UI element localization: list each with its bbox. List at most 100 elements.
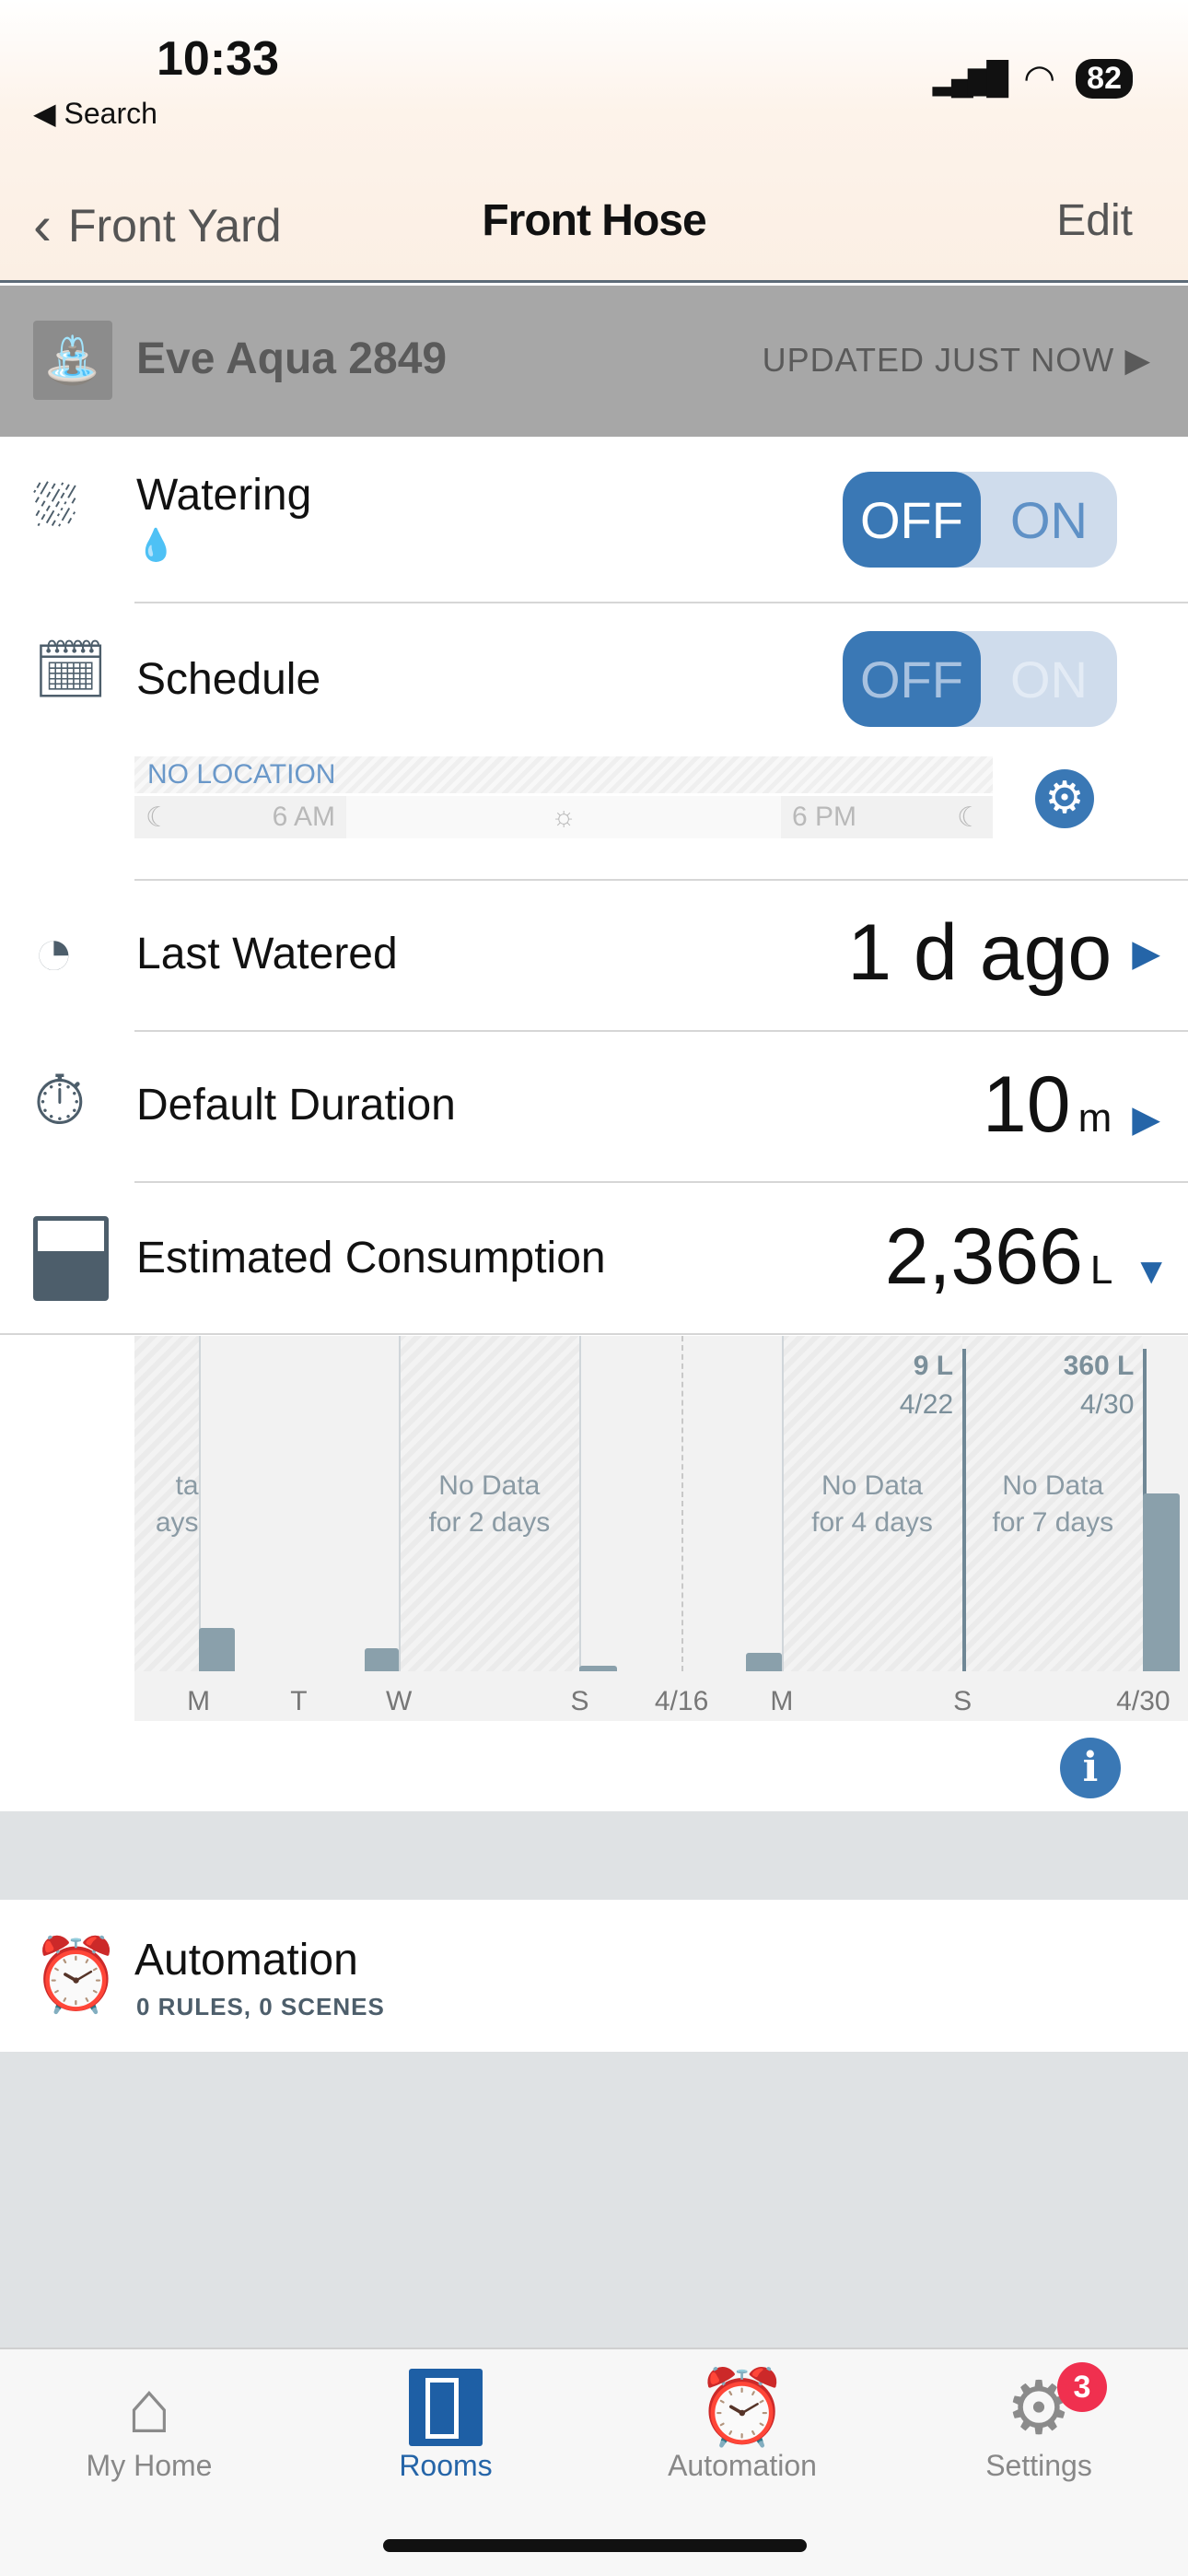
tab-my-home[interactable]: ⌂ My Home (29, 2366, 269, 2483)
door-icon (326, 2366, 565, 2449)
automation-label[interactable]: Automation (134, 1935, 358, 1985)
consumption-chart[interactable]: ta ays No Data for 2 days No Data for 4 days N… (134, 1336, 1188, 1721)
water-drops-icon: 💧 (136, 528, 176, 563)
updated-status[interactable]: UPDATED JUST NOW ▶ (763, 341, 1151, 380)
annotation-date: 4/22 (899, 1389, 954, 1420)
divider (134, 879, 1188, 881)
automation-icon: ⏰ (696, 2366, 788, 2448)
consumption-unit: L (1089, 1247, 1113, 1293)
chevron-right-icon: ▶ (1124, 341, 1151, 379)
empty-area (0, 2052, 1188, 2348)
battery-level: 82 (1076, 58, 1133, 99)
status-icons: ▂▄▆█ ◠ 82 (933, 57, 1133, 100)
watering-off[interactable]: OFF (843, 472, 981, 568)
automation-summary: 0 RULES, 0 SCENES (136, 1993, 385, 2020)
schedule-toggle[interactable]: OFF ON (843, 631, 1117, 727)
schedule-off[interactable]: OFF (843, 631, 981, 727)
no-data-line: ta (175, 1469, 199, 1501)
last-watered-link[interactable]: 1 d ago ▶ (847, 907, 1160, 999)
calendar-clock-icon: 🗓 (33, 637, 109, 703)
annotation-value: 9 L (913, 1351, 954, 1381)
edit-button[interactable]: Edit (1056, 195, 1133, 246)
no-location-label: NO LOCATION (134, 756, 993, 793)
no-data-label: No Data for 4 days (782, 1468, 962, 1541)
annotation: 360 L 4/30 (1064, 1347, 1135, 1424)
default-duration-link[interactable]: 10 m ▶ (983, 1060, 1160, 1151)
schedule-label: Schedule (136, 655, 321, 704)
updated-label: UPDATED JUST NOW (762, 341, 1115, 379)
back-app-label: Search (64, 97, 157, 130)
duration-value: 10 (982, 1060, 1071, 1149)
sun-icon: ☼ (551, 802, 577, 832)
home-indicator[interactable] (383, 2539, 807, 2552)
divider (0, 1333, 1188, 1335)
no-data-line: No Data (821, 1469, 924, 1501)
grid-line (399, 1336, 402, 1671)
watering-label: Watering (136, 471, 312, 520)
wifi-icon: ◠ (1023, 58, 1056, 99)
schedule-timeline[interactable]: NO LOCATION ☾ 6 AM ☼ 6 PM ☾ (134, 756, 993, 838)
bar-W (364, 1647, 400, 1671)
no-data-line: for 2 days (428, 1506, 551, 1538)
no-data-line: for 4 days (811, 1506, 933, 1538)
device-name: Eve Aqua 2849 (136, 334, 448, 383)
tab-label: Automation (668, 2449, 817, 2482)
tab-label: Settings (985, 2449, 1092, 2482)
schedule-on[interactable]: ON (981, 631, 1117, 727)
chevron-down-icon: ▼ (1133, 1251, 1170, 1292)
grid-line (579, 1336, 582, 1671)
no-data-label: No Data for 7 days (962, 1468, 1143, 1541)
house-icon: ⌂ (126, 2366, 172, 2448)
grid-line (198, 1336, 201, 1671)
x-tick-label: T (290, 1685, 308, 1716)
history-icon: ◔ (33, 913, 75, 989)
grid-line (781, 1336, 784, 1671)
last-watered-label: Last Watered (136, 930, 398, 978)
consumption-toggle[interactable]: 2,366 L ▼ (885, 1212, 1170, 1303)
bar-4/30 (1143, 1493, 1180, 1671)
back-to-search[interactable]: ◀ Search (33, 96, 157, 131)
sprinkler-icon: ⛆ (33, 475, 77, 537)
beaker-icon (33, 1216, 109, 1301)
notification-badge: 3 (1057, 2362, 1107, 2412)
schedule-settings-gear-icon[interactable]: ⚙ (1035, 769, 1094, 828)
x-tick-label: S (953, 1685, 973, 1716)
chevron-right-icon: ▶ (1132, 932, 1160, 974)
no-data-line: No Data (1002, 1469, 1104, 1501)
watering-on[interactable]: ON (981, 472, 1117, 568)
consumption-label: Estimated Consumption (136, 1234, 606, 1282)
section-separator (0, 1811, 1188, 1900)
status-time: 10:33 (157, 32, 279, 86)
tab-automation[interactable]: ⏰ Automation (623, 2366, 862, 2483)
x-tick-label: W (386, 1685, 413, 1716)
annotation-value: 360 L (1063, 1351, 1135, 1381)
week-separator (681, 1336, 684, 1671)
bar-M (745, 1653, 782, 1671)
x-tick-label: M (187, 1685, 211, 1716)
tab-label: My Home (86, 2449, 213, 2482)
tab-settings[interactable]: ⚙ Settings 3 (919, 2362, 1159, 2483)
header: 10:33 ◀ Search ▂▄▆█ ◠ 82 ‹ Front Yard Fro… (0, 0, 1188, 283)
no-data-line: ays (155, 1506, 199, 1538)
divider (134, 1030, 1188, 1032)
sprinkler-device-icon: ⛲ (33, 321, 112, 400)
watering-toggle[interactable]: OFF ON (843, 472, 1117, 568)
pm-label: 6 PM (792, 802, 857, 832)
annotation-date: 4/30 (1080, 1389, 1135, 1420)
back-triangle-icon: ◀ (33, 97, 64, 130)
annotation: 9 L 4/22 (900, 1347, 953, 1424)
duration-unit: m (1077, 1095, 1112, 1141)
grid-line (962, 1349, 967, 1671)
no-data-label: No Data for 2 days (399, 1468, 579, 1541)
last-watered-value: 1 d ago (847, 908, 1112, 997)
bar-M (198, 1628, 235, 1671)
consumption-value: 2,366 (884, 1212, 1083, 1301)
tab-label: Rooms (399, 2449, 493, 2482)
signal-icon: ▂▄▆█ (932, 61, 1009, 96)
tab-rooms[interactable]: Rooms (326, 2366, 565, 2483)
bar-S (579, 1665, 618, 1671)
chevron-right-icon: ▶ (1132, 1099, 1160, 1140)
no-data-line: No Data (438, 1469, 541, 1501)
no-data-label: ta ays (134, 1468, 199, 1541)
info-icon[interactable]: i (1060, 1738, 1121, 1798)
